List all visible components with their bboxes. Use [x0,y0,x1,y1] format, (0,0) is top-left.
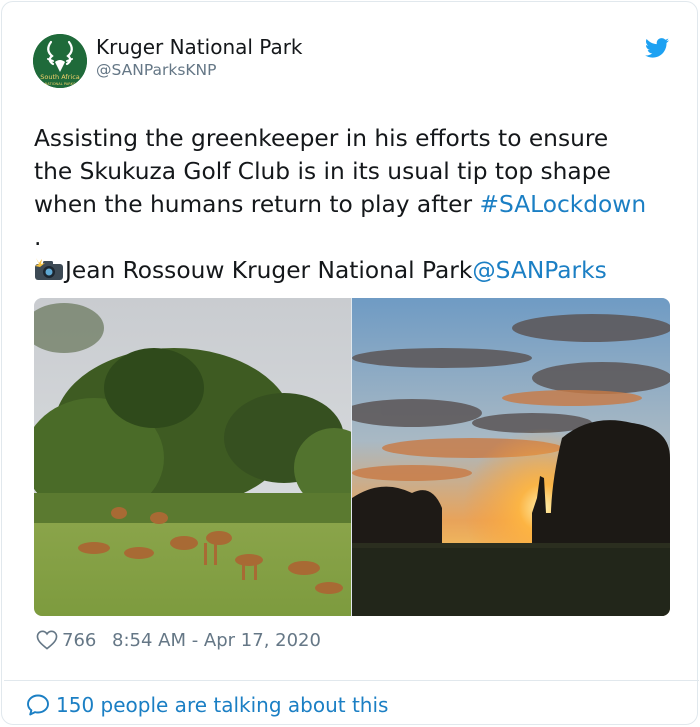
tweet-line-3: when the humans return to play after #SA… [34,188,674,221]
mention-link[interactable]: @SANParks [472,257,606,284]
account-name[interactable]: Kruger National Park [96,34,303,60]
footer-divider [4,680,699,681]
tweet-dot: . [34,224,42,251]
tweet-card: South Africa NATIONAL PARKS Kruger Natio… [1,1,699,725]
timestamp-link[interactable]: 8:54 AM - Apr 17, 2020 [112,628,321,654]
twitter-bird-icon[interactable] [645,38,669,58]
impala-herd-photo[interactable] [34,298,351,616]
tweet-line-1: Assisting the greenkeeper in his efforts… [34,125,609,152]
tweet-text: Assisting the greenkeeper in his efforts… [34,122,674,287]
impala-herd-image [34,298,351,616]
speech-bubble-icon [27,694,49,716]
tweet-line-3-text: when the humans return to play after [34,191,480,218]
tweet-meta: 766 8:54 AM - Apr 17, 2020 [36,628,636,654]
account-handle[interactable]: @SANParksKNP [96,60,217,80]
photo-credit: Jean Rossouw Kruger National Park [65,257,473,284]
camera-flash-icon [35,258,63,280]
like-count[interactable]: 766 [62,628,96,654]
sunset-giraffe-photo[interactable] [352,298,670,616]
tweet-credit-line: Jean Rossouw Kruger National Park@SANPar… [34,254,674,287]
heart-icon[interactable] [36,630,58,650]
avatar[interactable]: South Africa NATIONAL PARKS [33,34,87,88]
svg-text:South Africa: South Africa [40,73,80,81]
sunset-giraffe-image [352,298,670,616]
tweet-line-2: the Skukuza Golf Club is in its usual ti… [34,158,611,185]
conversation-link[interactable]: 150 people are talking about this [26,691,526,719]
kudu-logo-icon: South Africa NATIONAL PARKS [33,34,87,88]
svg-text:NATIONAL PARKS: NATIONAL PARKS [45,82,76,86]
tweet-header: South Africa NATIONAL PARKS Kruger Natio… [33,34,673,90]
hashtag-link[interactable]: #SALockdown [479,191,646,218]
conversation-text[interactable]: 150 people are talking about this [56,691,388,719]
media-grid [34,298,670,616]
